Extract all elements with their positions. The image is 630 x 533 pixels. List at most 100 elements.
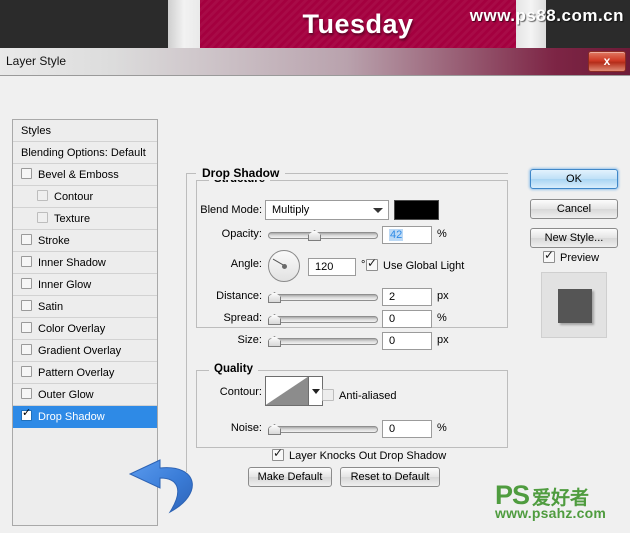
contour-label: Contour: [219,386,262,398]
dialog-title: Layer Style [6,54,67,68]
distance-unit: px [437,290,449,302]
style-row-label: Satin [38,301,64,313]
layer-knocks-out-checkbox[interactable]: Layer Knocks Out Drop Shadow [272,446,447,463]
new-style-button[interactable]: New Style... [530,228,618,248]
style-row-pattern-overlay[interactable]: Pattern Overlay [13,362,157,384]
size-slider-track [268,338,378,345]
size-value: 0 [389,335,396,347]
angle-input[interactable]: 120 [308,258,356,276]
distance-slider[interactable] [268,289,378,305]
shadow-color-swatch[interactable] [394,200,439,220]
angle-unit: ° [361,259,366,271]
close-icon[interactable]: x [588,51,626,72]
styles-list[interactable]: Styles Blending Options: Default Bevel & E… [12,119,158,526]
style-row-inner-shadow[interactable]: Inner Shadow [13,252,157,274]
layer-knocks-out-label: Layer Knocks Out Drop Shadow [289,450,447,462]
checkbox-icon[interactable] [21,407,32,421]
angle-value: 120 [315,261,334,273]
style-row-styles[interactable]: Styles [13,120,157,142]
checkbox-icon[interactable] [21,234,32,245]
noise-input[interactable]: 0 [382,420,432,438]
noise-unit: % [437,422,447,434]
checkbox-icon[interactable] [21,300,32,311]
angle-dial[interactable] [268,250,300,282]
style-row-label: Drop Shadow [38,411,105,423]
banner-light-left-panel [168,0,200,48]
style-row-label: Stroke [38,235,70,247]
style-row-inner-glow[interactable]: Inner Glow [13,274,157,296]
size-label: Size: [237,334,262,346]
layer-style-dialog: Layer Style x Styles Blending Options: De… [0,48,630,533]
checkbox-icon[interactable] [21,256,32,267]
spread-slider-track [268,316,378,323]
cancel-button[interactable]: Cancel [530,199,618,219]
style-row-label: Outer Glow [38,389,94,401]
anti-aliased-checkbox[interactable]: Anti-aliased [322,389,396,403]
style-row-satin[interactable]: Satin [13,296,157,318]
checkbox-icon[interactable] [21,278,32,289]
noise-slider[interactable] [268,421,378,437]
style-row-drop-shadow[interactable]: Drop Shadow [13,406,157,428]
use-global-light-checkbox[interactable]: Use Global Light [366,256,464,273]
distance-input[interactable]: 2 [382,288,432,306]
section-rule-left [186,173,187,473]
style-row-label: Blending Options: Default [21,147,146,159]
distance-value: 2 [389,291,396,303]
preview-thumbnail [541,272,607,338]
opacity-slider-track [268,232,378,239]
opacity-value: 42 [389,229,404,241]
style-row-bevel-emboss[interactable]: Bevel & Emboss [13,164,157,186]
preview-label: Preview [560,252,600,264]
checkbox-icon[interactable] [21,344,32,355]
make-default-button[interactable]: Make Default [248,467,332,487]
anti-aliased-check-icon [322,389,334,401]
angle-label: Angle: [230,258,262,270]
checkbox-icon[interactable] [21,366,32,377]
reset-to-default-button[interactable]: Reset to Default [340,467,440,487]
opacity-unit: % [437,228,447,240]
style-row-contour[interactable]: Contour [13,186,157,208]
spread-label: Spread: [223,312,262,324]
style-row-color-overlay[interactable]: Color Overlay [13,318,157,340]
size-slider[interactable] [268,333,378,349]
opacity-label: Opacity: [221,228,262,240]
noise-slider-track [268,426,378,433]
site-watermark: PS 爱好者 www.psahz.com [495,482,627,528]
watermark-url: www.psahz.com [495,505,606,521]
style-row-gradient-overlay[interactable]: Gradient Overlay [13,340,157,362]
dialog-content: Styles Blending Options: Default Bevel & E… [0,76,630,532]
checkbox-icon[interactable] [21,388,32,399]
opacity-slider[interactable] [268,227,378,243]
spread-slider[interactable] [268,311,378,327]
contour-swatch[interactable] [265,376,309,406]
style-row-texture[interactable]: Texture [13,208,157,230]
checkbox-icon[interactable] [21,322,32,333]
preview-checkbox[interactable]: Preview [543,248,600,265]
style-row-label: Inner Shadow [38,257,106,269]
style-row-label: Inner Glow [38,279,92,291]
opacity-input[interactable]: 42 [382,226,432,244]
preview-shape [558,289,592,323]
chevron-down-icon [312,389,320,394]
checkbox-icon[interactable] [37,190,48,201]
spread-value: 0 [389,313,396,325]
size-unit: px [437,334,449,346]
dialog-titlebar[interactable]: Layer Style x [0,48,630,76]
checkbox-icon[interactable] [37,212,48,223]
chevron-down-icon [373,208,383,213]
style-row-stroke[interactable]: Stroke [13,230,157,252]
blend-mode-select[interactable]: Multiply [265,200,389,220]
ok-button[interactable]: OK [530,169,618,189]
contour-dropdown-button[interactable] [309,376,323,406]
style-row-label: Pattern Overlay [38,367,115,379]
distance-label: Distance: [216,290,262,302]
style-row-blending-options-default[interactable]: Blending Options: Default [13,142,157,164]
spread-input[interactable]: 0 [382,310,432,328]
checkbox-icon[interactable] [21,168,32,179]
banner-watermark: www.ps88.com.cn [469,6,624,25]
noise-label: Noise: [230,422,262,434]
style-row-outer-glow[interactable]: Outer Glow [13,384,157,406]
style-row-label: Gradient Overlay [38,345,122,357]
banner-title: Tuesday [302,9,414,39]
size-input[interactable]: 0 [382,332,432,350]
